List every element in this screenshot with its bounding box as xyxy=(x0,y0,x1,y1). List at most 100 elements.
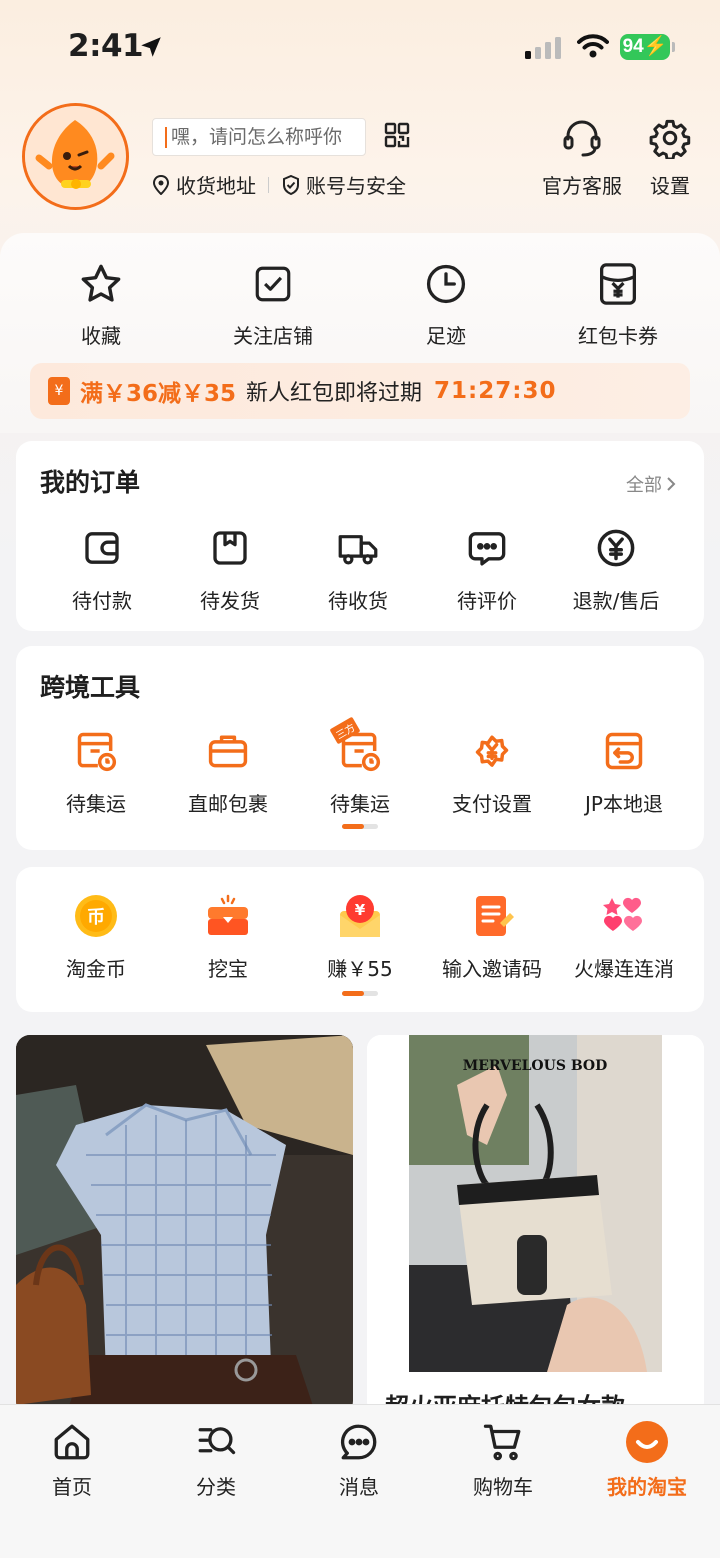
tool-third-party-consolidation[interactable]: 三方 待集运 xyxy=(296,716,424,817)
customer-service-button[interactable]: 官方客服 xyxy=(532,116,632,199)
tab-messages[interactable]: 消息 xyxy=(299,1419,419,1500)
service-treasure-dig[interactable]: 挖宝 xyxy=(164,893,292,982)
package-icon xyxy=(213,531,247,565)
order-refund-aftersales[interactable]: 退款/售后 xyxy=(552,525,680,614)
my-taobao-icon xyxy=(626,1421,668,1463)
services-card: 币 淘金币 挖宝 ¥ 赚￥55 输入邀请码 火爆连连消 xyxy=(16,867,704,1012)
briefcase-icon xyxy=(208,735,248,768)
tool-third-party-consolidation-label: 待集运 xyxy=(330,792,390,816)
text-caret xyxy=(165,127,167,148)
mascot-avatar-icon xyxy=(25,106,125,206)
gold-coin-icon: 币 xyxy=(75,895,117,937)
chat-bubble-icon xyxy=(468,532,506,566)
new-user-coupon-banner[interactable]: ¥ 满￥36减￥35 新人红包即将过期 71:27:30 xyxy=(30,363,690,419)
tab-category-label: 分类 xyxy=(196,1475,236,1499)
cross-border-tools-card: 跨境工具 待集运 直邮包裹 三方 待集运 支付设置 JP本地退 xyxy=(16,646,704,850)
service-treasure-dig-label: 挖宝 xyxy=(208,957,248,981)
feed-card[interactable] xyxy=(16,1035,353,1415)
all-orders-label: 全部 xyxy=(626,475,662,496)
order-pending-receipt[interactable]: 待收货 xyxy=(294,525,422,614)
nickname-input[interactable]: 嘿，请问怎么称呼你 xyxy=(152,118,366,156)
settings-button[interactable]: 设置 xyxy=(620,116,720,199)
order-pending-shipment[interactable]: 待发货 xyxy=(166,525,294,614)
feed-card[interactable]: MERVELOUS BOD 超火亚麻托特包包女款 xyxy=(367,1035,704,1415)
cart-icon xyxy=(483,1424,521,1461)
tab-messages-label: 消息 xyxy=(339,1475,379,1499)
truck-icon xyxy=(338,535,378,565)
coupon-badge-icon: ¥ xyxy=(48,377,70,405)
treasure-chest-icon xyxy=(208,894,248,935)
tab-my-taobao[interactable]: 我的淘宝 xyxy=(587,1419,707,1500)
service-invite-code[interactable]: 输入邀请码 xyxy=(428,893,556,982)
clock-icon xyxy=(426,264,466,304)
category-search-icon xyxy=(198,1427,236,1455)
hearts-game-icon xyxy=(603,897,642,931)
service-gold-coins[interactable]: 币 淘金币 xyxy=(32,893,160,982)
tab-cart-label: 购物车 xyxy=(473,1475,533,1499)
bottom-tab-bar: 首页 分类 消息 购物车 我的淘宝 xyxy=(0,1404,720,1558)
battery-indicator: 94⚡ xyxy=(620,34,670,60)
star-icon xyxy=(81,264,121,302)
tool-consolidation[interactable]: 待集运 xyxy=(32,728,160,817)
coupons-button[interactable]: 红包卡券 xyxy=(548,262,688,349)
favorites-button[interactable]: 收藏 xyxy=(31,262,171,349)
follow-store-icon xyxy=(255,266,291,302)
all-orders-link[interactable]: 全部 xyxy=(626,471,676,497)
my-orders-card: 我的订单 全部 待付款 待发货 待收货 待评价 退款/售后 xyxy=(16,441,704,631)
order-pending-review-label: 待评价 xyxy=(457,589,517,613)
refund-icon xyxy=(597,529,635,567)
page-indicator xyxy=(342,991,378,996)
tab-cart[interactable]: 购物车 xyxy=(443,1419,563,1500)
tool-payment-settings[interactable]: 支付设置 xyxy=(428,728,556,817)
coupons-label: 红包卡券 xyxy=(578,324,658,348)
tab-my-taobao-label: 我的淘宝 xyxy=(607,1475,687,1499)
consolidation-icon xyxy=(77,732,117,772)
status-time: 2:41 xyxy=(68,28,144,64)
plaid-shirt-outfit-photo xyxy=(16,1035,353,1415)
shipping-address-link[interactable]: 收货地址 xyxy=(152,170,256,199)
tab-category[interactable]: 分类 xyxy=(156,1419,276,1500)
order-pending-payment[interactable]: 待付款 xyxy=(38,525,166,614)
order-pending-receipt-label: 待收货 xyxy=(328,589,388,613)
customer-service-label: 官方客服 xyxy=(542,174,622,198)
cellular-signal-icon xyxy=(525,37,561,59)
order-pending-shipment-label: 待发货 xyxy=(200,589,260,613)
tab-home-label: 首页 xyxy=(52,1475,92,1499)
gold-coin-glyph: 币 xyxy=(87,907,105,928)
battery-level: 94 xyxy=(622,36,644,57)
qr-code-icon[interactable] xyxy=(384,122,410,148)
location-pin-icon xyxy=(152,174,170,195)
tab-home[interactable]: 首页 xyxy=(12,1419,132,1500)
tool-jp-local-return[interactable]: JP本地退 xyxy=(560,728,688,817)
service-gold-coins-label: 淘金币 xyxy=(66,957,126,981)
order-pending-review[interactable]: 待评价 xyxy=(423,525,551,614)
payment-settings-icon xyxy=(475,735,509,767)
my-orders-title: 我的订单 xyxy=(40,468,141,497)
gear-icon xyxy=(649,119,691,159)
location-arrow-icon xyxy=(141,37,161,57)
divider xyxy=(268,177,269,193)
coupon-icon xyxy=(600,263,636,305)
shipping-address-label: 收货地址 xyxy=(176,174,256,198)
account-security-link[interactable]: 账号与安全 xyxy=(282,170,406,199)
avatar[interactable] xyxy=(22,103,129,210)
footprints-button[interactable]: 足迹 xyxy=(376,262,516,349)
message-icon xyxy=(340,1424,377,1460)
settings-label: 设置 xyxy=(650,174,690,198)
service-earn-cash[interactable]: ¥ 赚￥55 xyxy=(296,893,424,982)
tool-direct-mail[interactable]: 直邮包裹 xyxy=(164,728,292,817)
status-bar: 2:41 94⚡ xyxy=(0,0,720,95)
cross-border-tools-title: 跨境工具 xyxy=(40,673,141,702)
red-envelope-icon: ¥ xyxy=(340,895,380,937)
tool-direct-mail-label: 直邮包裹 xyxy=(188,792,268,816)
jp-return-icon xyxy=(605,732,643,770)
followed-stores-button[interactable]: 关注店铺 xyxy=(203,262,343,349)
service-invite-code-label: 输入邀请码 xyxy=(442,957,542,981)
service-earn-cash-label: 赚￥55 xyxy=(327,957,393,981)
service-match-game[interactable]: 火爆连连消 xyxy=(560,893,688,982)
chevron-right-icon xyxy=(667,477,676,491)
account-security-label: 账号与安全 xyxy=(306,174,406,198)
shield-icon xyxy=(283,174,299,195)
promo-amount: 满￥36减￥35 xyxy=(80,381,237,407)
feed-photo-overlay-text: MERVELOUS BOD xyxy=(463,1058,608,1074)
